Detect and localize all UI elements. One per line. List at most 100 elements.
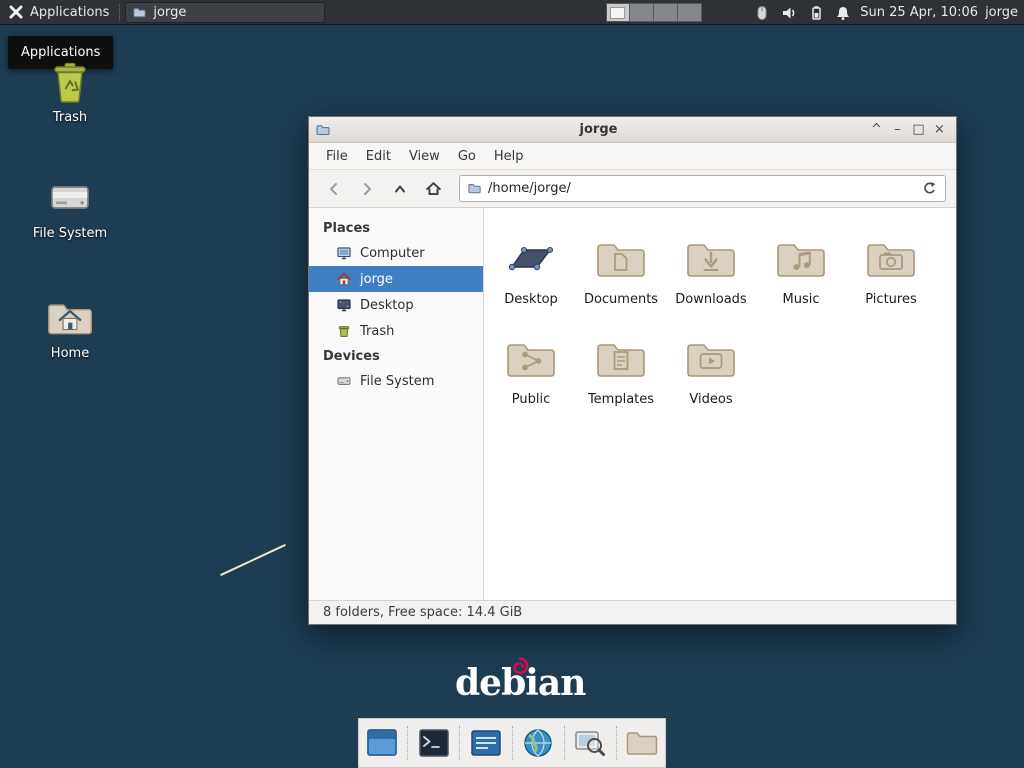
home-icon	[425, 180, 442, 197]
desktop-icon-home[interactable]: Home	[26, 294, 114, 361]
bottom-dock	[358, 718, 666, 768]
panel-clock[interactable]: Sun 25 Apr, 10:06	[860, 0, 978, 25]
workspace-2[interactable]	[630, 3, 654, 22]
dock-terminal-button[interactable]	[415, 721, 452, 765]
documents-folder-icon	[595, 228, 647, 290]
file-label: Videos	[689, 392, 732, 407]
desktop-icon-label: Trash	[53, 110, 87, 125]
window-folder-icon	[315, 122, 331, 138]
path-field[interactable]: /home/jorge/	[459, 175, 946, 202]
sidebar-item-file-system[interactable]: File System	[309, 368, 483, 394]
dock-browser-button[interactable]	[520, 721, 557, 765]
file-grid: Desktop Documents Downloads Music	[484, 208, 956, 600]
pictures-folder-icon	[865, 228, 917, 290]
panel-separator	[119, 4, 120, 21]
window-titlebar[interactable]: jorge ^ – □ ×	[309, 117, 956, 143]
back-arrow-icon	[326, 181, 342, 197]
menu-help[interactable]: Help	[485, 143, 533, 169]
desktop-icon-label: File System	[33, 226, 107, 241]
file-downloads[interactable]: Downloads	[666, 222, 756, 322]
sidebar-item-desktop[interactable]: Desktop	[309, 292, 483, 318]
statusbar: 8 folders, Free space: 14.4 GiB	[309, 600, 956, 624]
sidebar-item-label: Computer	[360, 246, 425, 261]
file-templates[interactable]: Templates	[576, 322, 666, 422]
desktop-icon-trash[interactable]: Trash	[26, 58, 114, 125]
dock-separator	[616, 726, 617, 760]
dock-separator	[564, 726, 565, 760]
minimize-button[interactable]: –	[887, 120, 908, 140]
dock-separator	[407, 726, 408, 760]
forward-button[interactable]	[352, 175, 382, 203]
file-videos[interactable]: Videos	[666, 322, 756, 422]
desktop-monitor-icon	[336, 297, 352, 313]
sidebar-item-label: jorge	[360, 272, 393, 287]
notifications-bell-icon[interactable]	[834, 4, 852, 22]
panel-username: jorge	[985, 0, 1018, 25]
file-manager-window: jorge ^ – □ × File Edit View Go Help /ho…	[308, 116, 957, 625]
debian-wordmark: debian	[455, 662, 585, 704]
window-manager-icon	[365, 726, 399, 760]
file-public[interactable]: Public	[486, 322, 576, 422]
dock-search-button[interactable]	[572, 721, 609, 765]
toolbar: /home/jorge/	[309, 170, 956, 208]
desktop-workspace-icon	[505, 228, 557, 290]
home-folder-icon	[46, 294, 94, 342]
taskbar-window-label: jorge	[153, 5, 186, 20]
window-controls: ^ – □ ×	[866, 120, 950, 140]
folder-icon	[625, 726, 659, 760]
file-label: Templates	[588, 392, 654, 407]
downloads-folder-icon	[685, 228, 737, 290]
battery-icon[interactable]	[807, 4, 825, 22]
home-button[interactable]	[418, 175, 448, 203]
taskbar-window-button[interactable]: jorge	[125, 2, 325, 23]
up-button[interactable]	[385, 175, 415, 203]
workspace-3[interactable]	[654, 3, 678, 22]
menu-file[interactable]: File	[317, 143, 357, 169]
applications-menu-button[interactable]: Applications	[0, 0, 117, 24]
back-button[interactable]	[319, 175, 349, 203]
file-label: Documents	[584, 292, 658, 307]
sidebar-item-trash[interactable]: Trash	[309, 318, 483, 344]
dock-settings-button[interactable]	[467, 721, 504, 765]
devices-header: Devices	[309, 344, 483, 368]
shade-button[interactable]: ^	[866, 120, 887, 140]
file-documents[interactable]: Documents	[576, 222, 666, 322]
file-pictures[interactable]: Pictures	[846, 222, 936, 322]
terminal-icon	[417, 726, 451, 760]
dock-window-manager-button[interactable]	[363, 721, 400, 765]
file-music[interactable]: Music	[756, 222, 846, 322]
dock-file-manager-button[interactable]	[624, 721, 661, 765]
file-desktop[interactable]: Desktop	[486, 222, 576, 322]
templates-folder-icon	[595, 328, 647, 390]
workspace-switcher	[606, 3, 702, 22]
maximize-button[interactable]: □	[908, 120, 929, 140]
sidebar-item-jorge[interactable]: jorge	[309, 266, 483, 292]
workspace-1[interactable]	[606, 3, 630, 22]
mouse-settings-icon[interactable]	[753, 4, 771, 22]
reload-button[interactable]	[916, 176, 943, 201]
desktop-icon-file-system[interactable]: File System	[26, 174, 114, 241]
drive-icon	[47, 174, 93, 222]
computer-icon	[336, 245, 352, 261]
sidebar-item-computer[interactable]: Computer	[309, 240, 483, 266]
public-folder-icon	[505, 328, 557, 390]
close-button[interactable]: ×	[929, 120, 950, 140]
file-label: Pictures	[865, 292, 916, 307]
menu-edit[interactable]: Edit	[357, 143, 400, 169]
screen-magnifier-icon	[573, 726, 607, 760]
menu-go[interactable]: Go	[449, 143, 485, 169]
folder-icon	[132, 5, 147, 20]
volume-icon[interactable]	[780, 4, 798, 22]
applications-menu-label: Applications	[30, 5, 109, 20]
places-header: Places	[309, 216, 483, 240]
file-label: Downloads	[675, 292, 746, 307]
trash-icon	[48, 58, 92, 106]
desktop-icon-label: Home	[51, 346, 89, 361]
trash-icon	[336, 323, 352, 339]
workspace-4[interactable]	[678, 3, 702, 22]
home-icon	[336, 271, 352, 287]
menu-view[interactable]: View	[400, 143, 449, 169]
file-label: Desktop	[504, 292, 558, 307]
system-tray	[753, 0, 852, 25]
file-label: Music	[783, 292, 820, 307]
